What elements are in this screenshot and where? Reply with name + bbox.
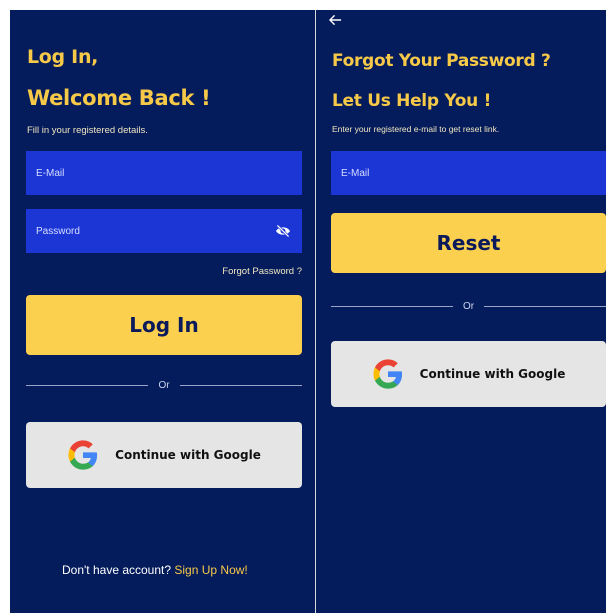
login-title-line2: Welcome Back ! [27, 86, 211, 110]
or-divider: Or [26, 380, 303, 391]
forgot-password-screen: Forgot Your Password ? Let Us Help You !… [316, 10, 607, 613]
google-button-label: Continue with Google [419, 367, 566, 381]
login-title-line1: Log In, [27, 46, 99, 68]
login-screen: Log In, Welcome Back ! Fill in your regi… [10, 10, 315, 613]
divider-line-right [484, 306, 607, 307]
reset-button[interactable]: Reset [331, 213, 606, 273]
or-label: Or [158, 380, 170, 391]
reset-email-field[interactable]: E-Mail [331, 151, 606, 195]
password-field[interactable]: Password [26, 209, 302, 253]
google-icon [68, 440, 98, 470]
login-button[interactable]: Log In [26, 295, 302, 355]
email-placeholder: E-Mail [36, 167, 65, 179]
forgot-title-line2: Let Us Help You ! [332, 91, 492, 111]
or-label: Or [462, 301, 475, 312]
reset-email-placeholder: E-Mail [341, 167, 370, 179]
signup-prompt: Don't have account? [62, 563, 172, 577]
forgot-title-line1: Forgot Your Password ? [332, 51, 551, 71]
signup-link[interactable]: Sign Up Now! [174, 563, 247, 577]
email-field[interactable]: E-Mail [26, 151, 302, 195]
back-arrow-icon[interactable] [329, 14, 342, 26]
divider-line-left [26, 385, 149, 386]
forgot-subtitle: Enter your registered e-mail to get rese… [332, 124, 500, 134]
divider-line-left [331, 306, 453, 307]
google-icon [373, 359, 402, 389]
or-divider: Or [331, 301, 607, 312]
forgot-password-link[interactable]: Forgot Password ? [222, 266, 302, 277]
password-placeholder: Password [36, 225, 80, 237]
signup-footer: Don't have account? Sign Up Now! [62, 563, 248, 577]
google-signin-button[interactable]: Continue with Google [26, 422, 302, 488]
eye-off-icon[interactable] [274, 224, 292, 238]
login-subtitle: Fill in your registered details. [27, 125, 148, 136]
google-button-label: Continue with Google [115, 448, 261, 462]
google-signin-button[interactable]: Continue with Google [331, 341, 606, 407]
divider-line-right [179, 385, 303, 386]
